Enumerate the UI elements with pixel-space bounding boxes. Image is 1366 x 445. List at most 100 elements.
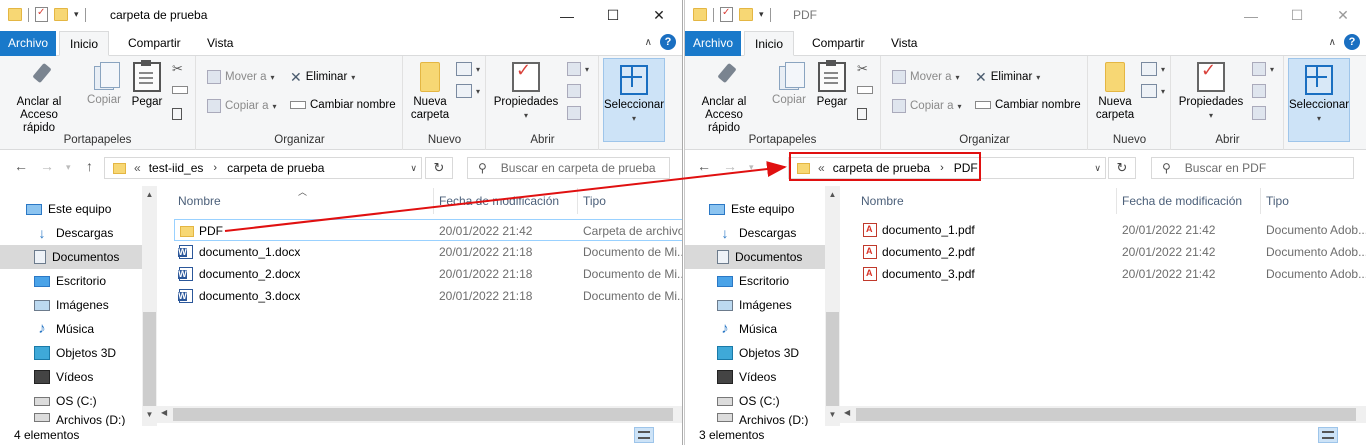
table-row[interactable]: documento_2.pdf 20/01/2022 21:42 Documen… — [857, 241, 1366, 263]
paste-shortcut-icon[interactable] — [172, 108, 182, 120]
address-overflow[interactable]: « — [134, 161, 141, 175]
close-button[interactable]: ✕ — [636, 0, 682, 31]
move-to-button[interactable]: Mover a ▾ — [892, 70, 960, 84]
copy-button[interactable]: Copiar — [84, 60, 124, 107]
rename-button[interactable]: Cambiar nombre — [975, 99, 1081, 111]
tab-view[interactable]: Vista — [197, 31, 243, 56]
scroll-thumb[interactable] — [173, 408, 673, 421]
copy-to-button[interactable]: Copiar a ▾ — [892, 99, 961, 113]
new-folder-icon[interactable] — [739, 8, 753, 21]
history-button[interactable] — [1252, 106, 1266, 120]
column-header-name[interactable]: Nombre — [178, 194, 221, 208]
chevron-right-icon[interactable]: › — [213, 162, 217, 174]
scroll-down-icon[interactable]: ▼ — [142, 410, 157, 419]
nav-scrollbar[interactable]: ▲ ▼ — [142, 186, 157, 426]
nav-item-videos[interactable]: Vídeos — [685, 365, 827, 389]
column-header-date[interactable]: Fecha de modificación — [1122, 194, 1242, 208]
properties-button[interactable]: Propiedades ▾ — [1178, 60, 1244, 122]
scroll-thumb[interactable] — [856, 408, 1356, 421]
nav-item-desktop[interactable]: Escritorio — [685, 269, 827, 293]
new-folder-button[interactable]: Nueva carpeta — [1095, 60, 1135, 122]
delete-button[interactable]: ✕ Eliminar ▾ — [975, 70, 1040, 84]
tab-home[interactable]: Inicio — [59, 31, 110, 56]
move-to-button[interactable]: Mover a ▾ — [207, 70, 275, 84]
copy-to-button[interactable]: Copiar a ▾ — [207, 99, 276, 113]
tab-share[interactable]: Compartir — [802, 31, 875, 56]
tab-file[interactable]: Archivo — [0, 31, 56, 56]
select-button[interactable]: Seleccionar ▾ — [1288, 58, 1350, 142]
nav-item-d-drive[interactable]: Archivos (D:) — [685, 413, 827, 426]
customize-toolbar-icon[interactable]: ▾ — [759, 9, 764, 20]
copy-button[interactable]: Copiar — [769, 60, 809, 107]
tab-share[interactable]: Compartir — [118, 31, 191, 56]
refresh-button[interactable]: ↻ — [1108, 157, 1136, 179]
nav-item-desktop[interactable]: Escritorio — [0, 269, 142, 293]
scroll-thumb[interactable] — [826, 312, 839, 406]
address-bar[interactable]: « test-iid_es › carpeta de prueba ∨ — [104, 157, 422, 179]
table-row[interactable]: documento_2.docx 20/01/2022 21:18 Docume… — [174, 263, 682, 285]
scroll-left-icon[interactable]: ◀ — [844, 408, 850, 417]
column-header-type[interactable]: Tipo — [583, 194, 606, 208]
help-icon[interactable]: ? — [1344, 34, 1360, 50]
forward-arrow-icon[interactable]: → — [40, 158, 54, 174]
tab-view[interactable]: Vista — [881, 31, 927, 56]
up-arrow-icon[interactable]: ↑ — [86, 158, 93, 174]
maximize-button[interactable]: ☐ — [590, 0, 636, 31]
table-row[interactable]: documento_3.docx 20/01/2022 21:18 Docume… — [174, 285, 682, 307]
file-list-hscrollbar[interactable]: ◀ — [840, 406, 1366, 423]
chevron-down-icon[interactable]: ∨ — [1094, 163, 1101, 174]
details-view-button[interactable] — [1318, 427, 1338, 443]
nav-item-videos[interactable]: Vídeos — [0, 365, 142, 389]
nav-item-downloads[interactable]: ↓ Descargas — [685, 221, 827, 245]
column-divider[interactable] — [577, 188, 578, 214]
column-divider[interactable] — [1116, 188, 1117, 214]
table-row[interactable]: documento_1.pdf 20/01/2022 21:42 Documen… — [857, 219, 1366, 241]
nav-item-d-drive[interactable]: Archivos (D:) — [0, 413, 142, 426]
nav-item-documents[interactable]: Documentos — [0, 245, 142, 269]
forward-arrow-icon[interactable]: → — [723, 158, 737, 174]
cut-icon[interactable]: ✂ — [172, 62, 183, 76]
pin-quick-access-button[interactable]: Anclar al Acceso rápido — [6, 60, 72, 135]
tab-home[interactable]: Inicio — [744, 31, 795, 56]
collapse-ribbon-icon[interactable]: ∧ — [645, 37, 652, 48]
properties-icon[interactable] — [35, 7, 48, 22]
file-list-hscrollbar[interactable]: ◀ — [157, 406, 682, 423]
column-header-name[interactable]: Nombre — [861, 194, 904, 208]
column-divider[interactable] — [1260, 188, 1261, 214]
tab-file[interactable]: Archivo — [685, 31, 741, 56]
easy-access-button[interactable]: ▾ — [456, 84, 480, 98]
table-row[interactable]: documento_3.pdf 20/01/2022 21:42 Documen… — [857, 263, 1366, 285]
copy-path-icon[interactable] — [857, 86, 873, 94]
nav-scrollbar[interactable]: ▲ ▼ — [825, 186, 840, 426]
large-icons-view-button[interactable] — [656, 427, 676, 443]
close-button[interactable]: ✕ — [1320, 0, 1366, 31]
scroll-left-icon[interactable]: ◀ — [161, 408, 167, 417]
history-button[interactable] — [567, 106, 581, 120]
nav-item-documents[interactable]: Documentos — [685, 245, 827, 269]
edit-button[interactable] — [1252, 84, 1266, 98]
column-header-type[interactable]: Tipo — [1266, 194, 1289, 208]
nav-item-this-pc[interactable]: Este equipo — [0, 197, 142, 221]
edit-button[interactable] — [567, 84, 581, 98]
nav-item-pictures[interactable]: Imágenes — [685, 293, 827, 317]
refresh-button[interactable]: ↻ — [425, 157, 453, 179]
search-box[interactable]: ⚲ Buscar en PDF — [1151, 157, 1354, 179]
open-button[interactable]: ▾ — [1252, 62, 1274, 76]
paste-button[interactable]: Pegar — [128, 60, 166, 109]
recent-locations-icon[interactable]: ▾ — [749, 162, 754, 173]
nav-item-music[interactable]: ♪ Música — [0, 317, 142, 341]
search-box[interactable]: ⚲ Buscar en carpeta de prueba — [467, 157, 670, 179]
paste-button[interactable]: Pegar — [813, 60, 851, 109]
select-button[interactable]: Seleccionar ▾ — [603, 58, 665, 142]
new-folder-button[interactable]: Nueva carpeta — [410, 60, 450, 122]
delete-button[interactable]: ✕ Eliminar ▾ — [290, 70, 355, 84]
properties-icon[interactable] — [720, 7, 733, 22]
scroll-up-icon[interactable]: ▲ — [142, 190, 157, 199]
scroll-down-icon[interactable]: ▼ — [825, 410, 840, 419]
open-button[interactable]: ▾ — [567, 62, 589, 76]
nav-item-3d-objects[interactable]: Objetos 3D — [685, 341, 827, 365]
minimize-button[interactable]: — — [1228, 0, 1274, 31]
rename-button[interactable]: Cambiar nombre — [290, 99, 396, 111]
scroll-thumb[interactable] — [143, 312, 156, 406]
recent-locations-icon[interactable]: ▾ — [66, 162, 71, 173]
